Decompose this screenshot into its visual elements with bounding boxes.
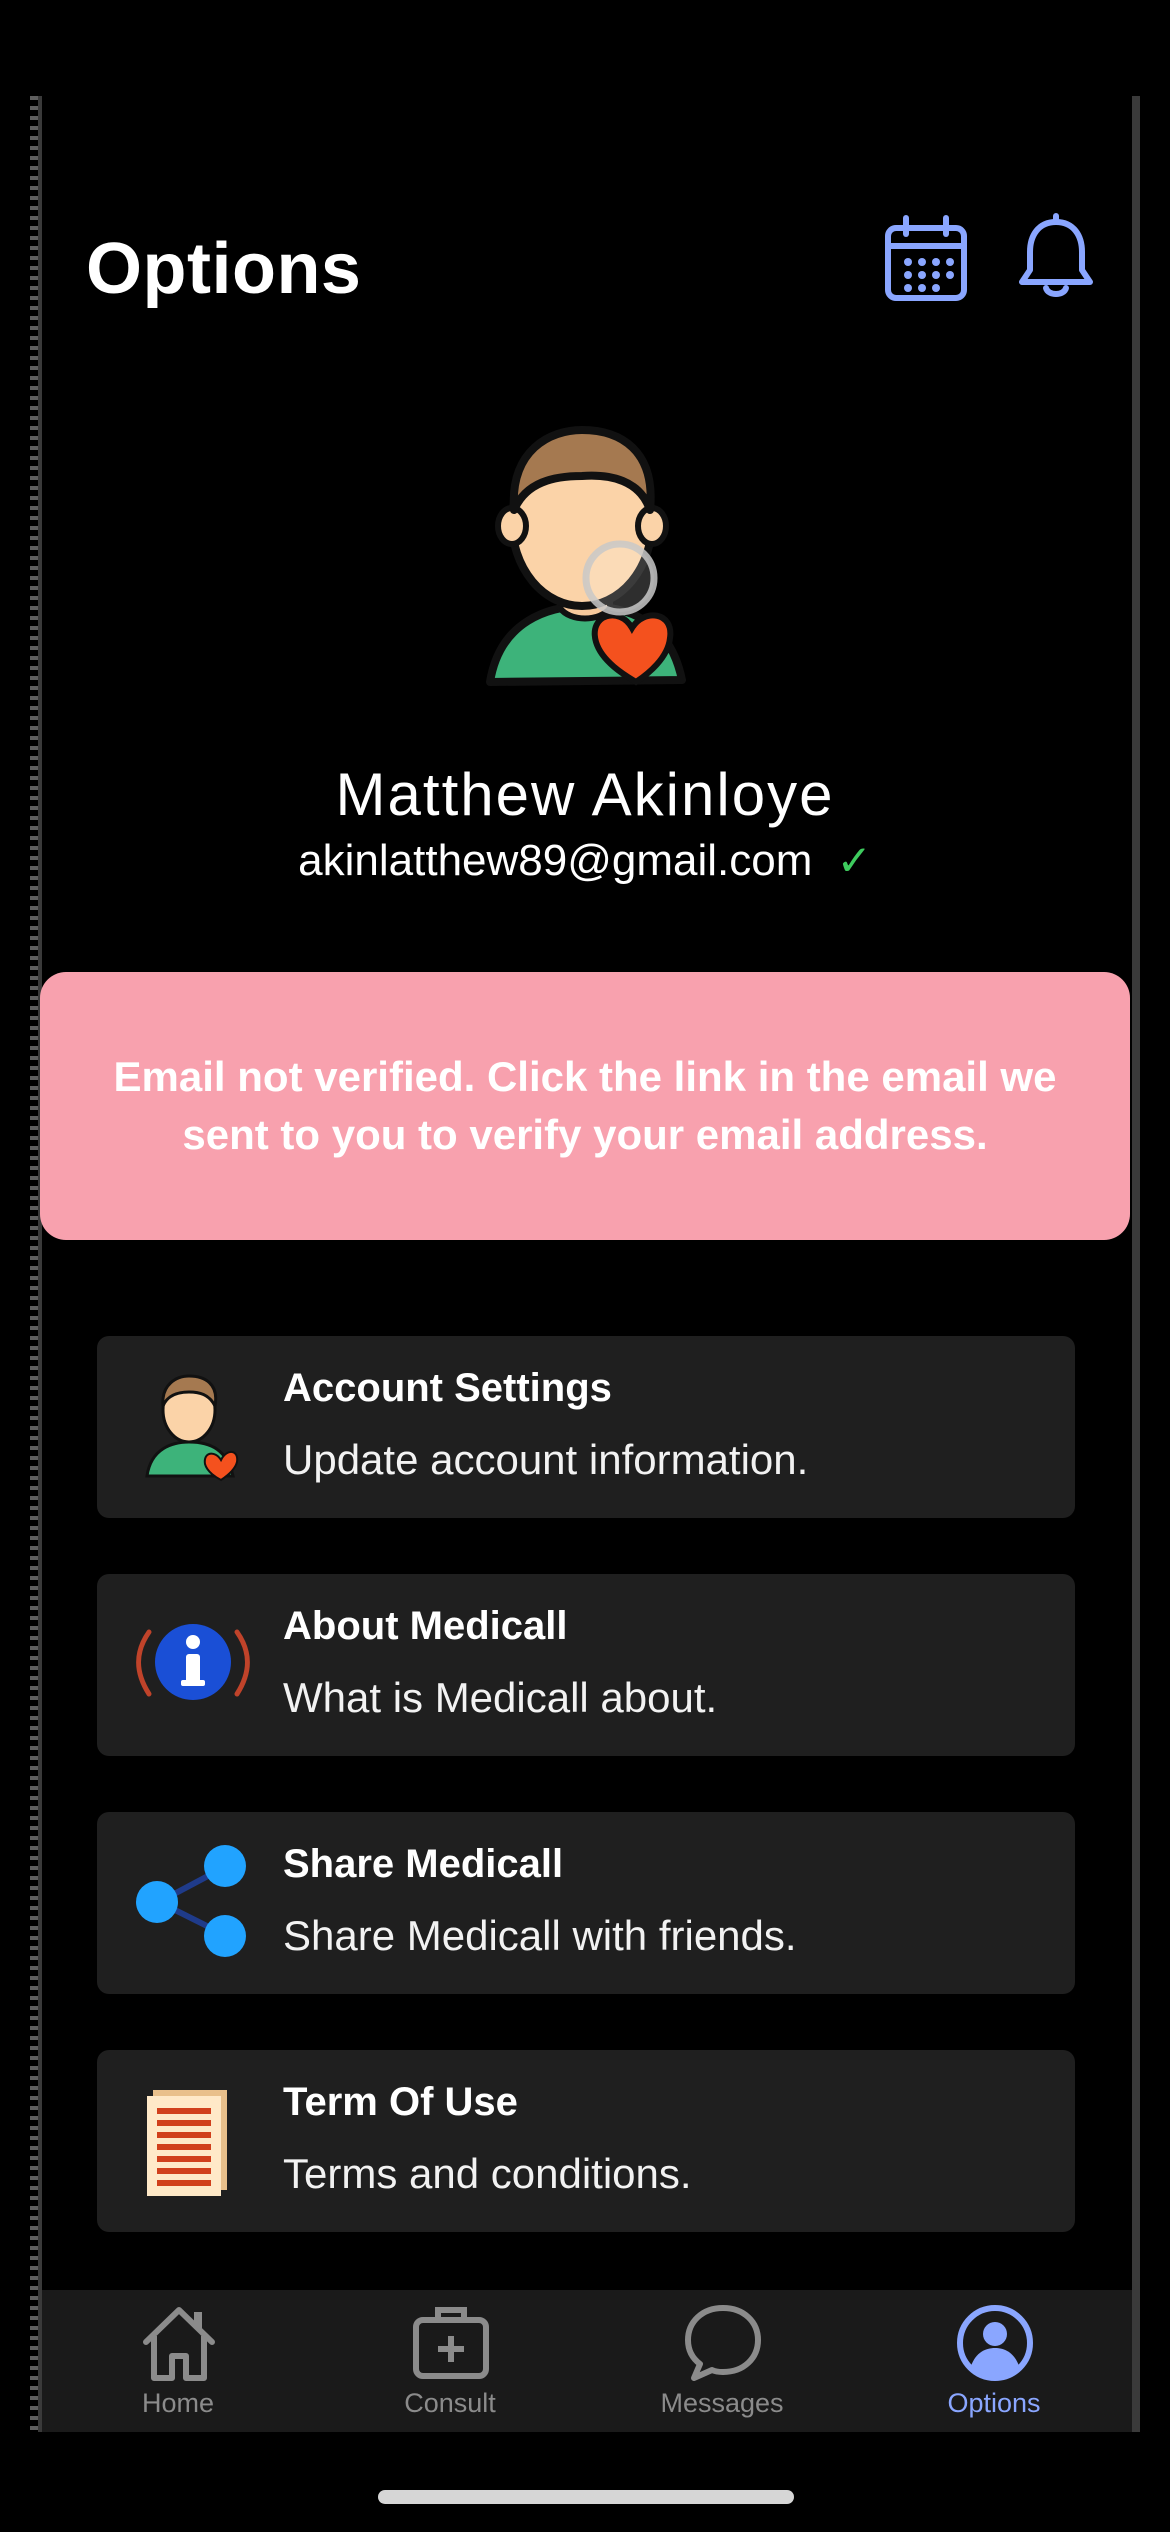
menu-item-account-settings[interactable]: Account Settings Update account informat…	[97, 1336, 1075, 1518]
menu-item-title: Account Settings	[283, 1366, 612, 1410]
email-not-verified-banner[interactable]: Email not verified. Click the link in th…	[40, 972, 1130, 1240]
profile-email: akinlatthew89@gmail.com	[298, 836, 813, 885]
home-icon	[138, 2302, 220, 2384]
profile-name: Matthew Akinloye	[335, 761, 835, 828]
tab-options[interactable]: Options	[858, 2290, 1130, 2432]
profile-avatar[interactable]	[470, 410, 720, 710]
tab-label: Home	[141, 2388, 215, 2418]
home-indicator[interactable]	[378, 2490, 794, 2504]
tab-consult[interactable]: Consult	[314, 2290, 586, 2432]
tab-messages[interactable]: Messages	[586, 2290, 858, 2432]
menu-item-share-medicall[interactable]: Share Medicall Share Medicall with frien…	[97, 1812, 1075, 1994]
document-icon	[133, 2078, 253, 2198]
bell-icon[interactable]	[1010, 212, 1102, 304]
menu-item-about-medicall[interactable]: About Medicall What is Medicall about.	[97, 1574, 1075, 1756]
menu-item-subtitle: Terms and conditions.	[283, 2150, 692, 2197]
tab-label: Messages	[660, 2388, 784, 2418]
info-icon	[133, 1602, 253, 1722]
menu-item-title: Term Of Use	[283, 2080, 518, 2124]
verified-check-icon: ✓	[836, 837, 872, 884]
tab-home[interactable]: Home	[42, 2290, 314, 2432]
medical-kit-icon	[410, 2302, 492, 2384]
banner-message: Email not verified. Click the link in th…	[113, 1053, 1057, 1158]
right-edge-line	[1132, 96, 1140, 2432]
left-edge-line	[38, 96, 42, 2432]
menu-item-subtitle: Share Medicall with friends.	[283, 1912, 797, 1959]
menu-item-title: About Medicall	[283, 1604, 568, 1648]
tab-label: Consult	[404, 2388, 496, 2418]
share-icon	[133, 1840, 253, 1960]
page-title: Options	[86, 229, 362, 309]
profile-email-row: akinlatthew89@gmail.com ✓	[0, 836, 1170, 886]
menu-item-term-of-use[interactable]: Term Of Use Terms and conditions.	[97, 2050, 1075, 2232]
menu-item-subtitle: What is Medicall about.	[283, 1674, 718, 1721]
calendar-icon[interactable]	[880, 214, 972, 306]
menu-item-title: Share Medicall	[283, 1842, 564, 1886]
menu-item-subtitle: Update account information.	[283, 1436, 809, 1483]
chat-bubble-icon	[682, 2302, 764, 2384]
bottom-tab-bar: Home Consult Messages Options	[42, 2290, 1132, 2432]
tab-label: Options	[947, 2388, 1041, 2418]
user-circle-icon	[954, 2302, 1036, 2384]
user-heart-icon	[133, 1364, 253, 1484]
